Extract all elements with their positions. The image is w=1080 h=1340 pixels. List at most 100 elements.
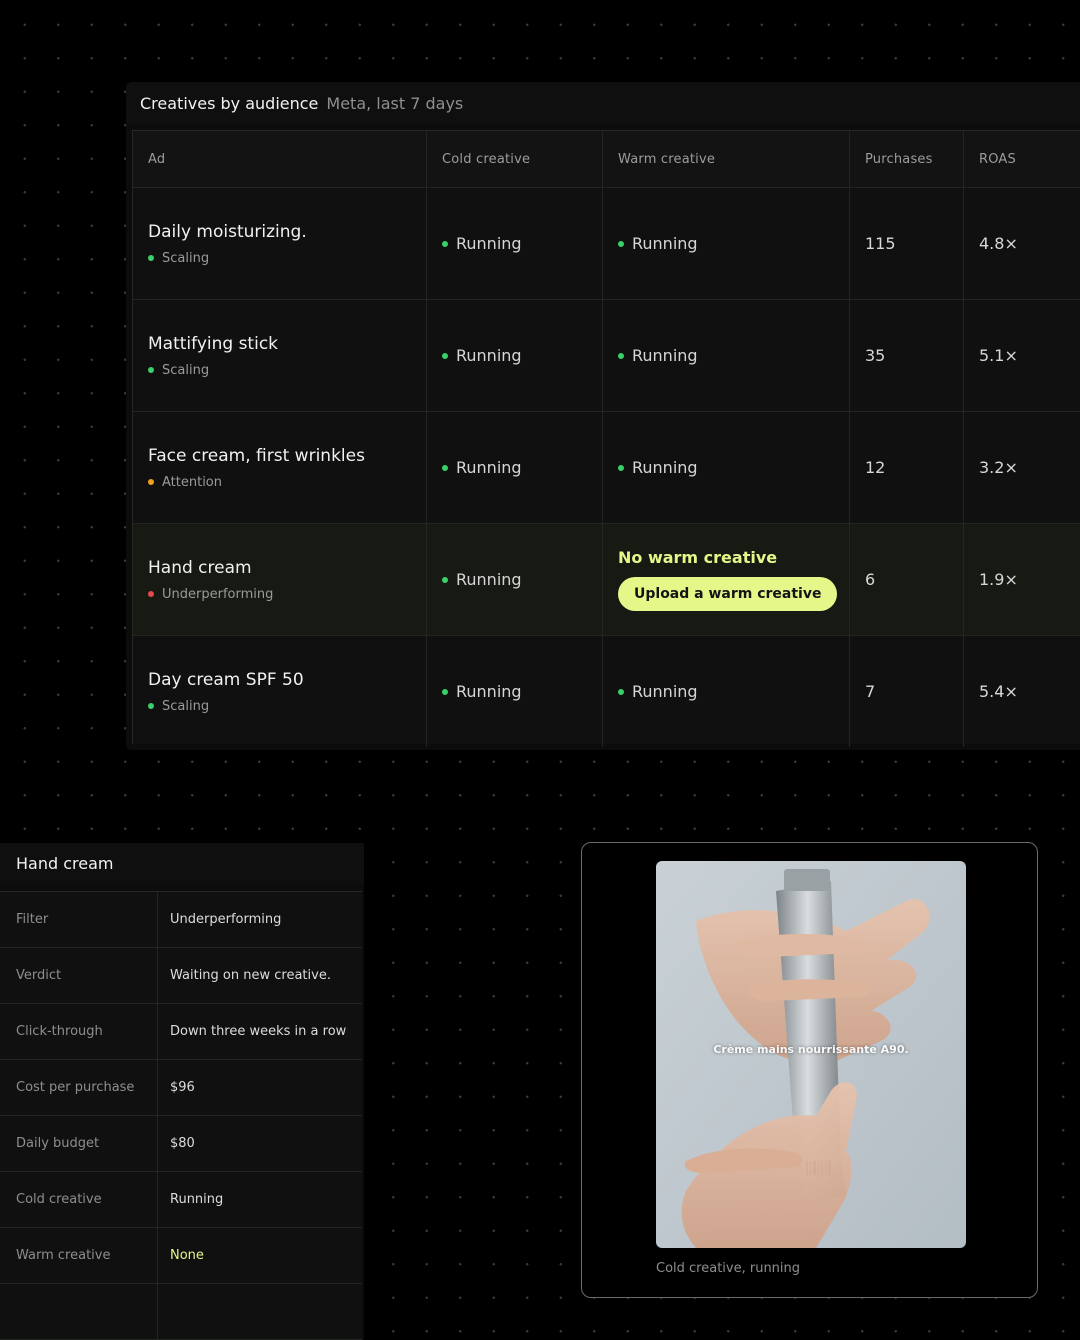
- roas-cell: 1.9×: [979, 570, 1018, 589]
- running-dot-icon: [442, 688, 448, 695]
- ad-status-label: Scaling: [162, 698, 210, 714]
- column-header-warm-creative[interactable]: Warm creative: [603, 131, 850, 187]
- cold-creative-cell: Running: [427, 188, 603, 299]
- detail-key: Verdict: [0, 948, 158, 1003]
- warm-creative-status: Running: [632, 458, 698, 477]
- detail-key-empty: [0, 1284, 158, 1339]
- cold-creative-cell: Running: [427, 524, 603, 635]
- table-row-highlighted[interactable]: Hand cream Underperforming Running No wa…: [133, 524, 1080, 636]
- warm-creative-status: Running: [632, 346, 698, 365]
- panel-title: Creatives by audience: [140, 93, 319, 113]
- status-dot-icon: [148, 367, 154, 373]
- detail-panel: Hand cream Filter Underperforming Verdic…: [0, 843, 364, 1340]
- column-header-cold-creative[interactable]: Cold creative: [427, 131, 603, 187]
- detail-row-cost-per-purchase: Cost per purchase $96: [0, 1060, 362, 1116]
- creative-preview-card[interactable]: Crème mains nourrissante A90. Cold creat…: [581, 842, 1038, 1298]
- column-header-roas[interactable]: ROAS: [964, 131, 1080, 187]
- cold-creative-cell: Running: [427, 636, 603, 747]
- detail-value: Waiting on new creative.: [170, 968, 331, 983]
- table-row[interactable]: Day cream SPF 50 Scaling Running Running…: [133, 636, 1080, 747]
- detail-value: None: [170, 1248, 204, 1263]
- ad-status: Underperforming: [148, 587, 426, 602]
- detail-value-empty: [158, 1284, 362, 1339]
- no-warm-creative-label: No warm creative: [618, 548, 778, 567]
- warm-creative-cell: Running: [603, 636, 850, 747]
- detail-row-warm-creative: Warm creative None: [0, 1228, 362, 1284]
- running-dot-icon: [618, 688, 624, 695]
- detail-key: Filter: [0, 892, 158, 947]
- ad-status-label: Attention: [162, 474, 222, 490]
- panel-subtitle: Meta, last 7 days: [326, 93, 464, 113]
- ad-cell: Face cream, first wrinkles Attention: [133, 412, 427, 523]
- table-row[interactable]: Face cream, first wrinkles Attention Run…: [133, 412, 1080, 524]
- detail-row-empty: [0, 1284, 362, 1340]
- creative-image[interactable]: Crème mains nourrissante A90.: [656, 861, 966, 1248]
- detail-value: $80: [170, 1136, 195, 1151]
- ad-status-label: Underperforming: [162, 586, 274, 602]
- warm-creative-cell: Running: [603, 300, 850, 411]
- creative-overlay-text: Crème mains nourrissante A90.: [713, 1043, 909, 1056]
- status-dot-icon: [148, 479, 154, 485]
- roas-cell: 5.1×: [979, 346, 1018, 365]
- ad-cell: Hand cream Underperforming: [133, 524, 427, 635]
- detail-row-click-through: Click-through Down three weeks in a row: [0, 1004, 362, 1060]
- upload-warm-creative-button[interactable]: Upload a warm creative: [618, 577, 838, 611]
- purchases-cell: 12: [850, 412, 964, 523]
- ad-name: Mattifying stick: [148, 333, 279, 354]
- roas-cell: 5.4×: [979, 682, 1018, 701]
- table-row[interactable]: Daily moisturizing. Scaling Running Runn…: [133, 188, 1080, 300]
- panel-header: Creatives by audience Meta, last 7 days: [126, 82, 1080, 124]
- ad-cell: Mattifying stick Scaling: [133, 300, 427, 411]
- creative-caption: Cold creative, running: [656, 1261, 801, 1276]
- column-header-purchases[interactable]: Purchases: [850, 131, 964, 187]
- running-dot-icon: [442, 352, 448, 359]
- detail-title: Hand cream: [0, 843, 364, 883]
- warm-creative-cell: Running: [603, 188, 850, 299]
- detail-key: Daily budget: [0, 1116, 158, 1171]
- ad-name: Day cream SPF 50: [148, 669, 304, 690]
- table-row[interactable]: Mattifying stick Scaling Running Running…: [133, 300, 1080, 412]
- warm-creative-status: Running: [632, 682, 698, 701]
- purchases-cell: 115: [850, 188, 964, 299]
- ad-name: Hand cream: [148, 557, 252, 578]
- warm-creative-status: Running: [632, 234, 698, 253]
- roas-cell: 3.2×: [979, 458, 1018, 477]
- roas-cell: 4.8×: [979, 234, 1018, 253]
- table-header-row: Ad Cold creative Warm creative Purchases…: [133, 131, 1080, 188]
- detail-key: Cold creative: [0, 1172, 158, 1227]
- cold-creative-status: Running: [456, 570, 522, 589]
- cold-creative-status: Running: [456, 458, 522, 477]
- purchases-cell: 35: [850, 300, 964, 411]
- detail-value: Underperforming: [170, 912, 282, 927]
- cold-creative-status: Running: [456, 346, 522, 365]
- detail-value: Running: [170, 1192, 224, 1207]
- ad-status-label: Scaling: [162, 250, 210, 266]
- cold-creative-cell: Running: [427, 412, 603, 523]
- cold-creative-cell: Running: [427, 300, 603, 411]
- detail-value: Down three weeks in a row: [170, 1024, 347, 1039]
- purchases-cell: 7: [850, 636, 964, 747]
- ad-status: Scaling: [148, 363, 426, 378]
- detail-key: Warm creative: [0, 1228, 158, 1283]
- column-header-ad[interactable]: Ad: [133, 131, 427, 187]
- ad-status: Scaling: [148, 699, 426, 714]
- detail-row-cold-creative: Cold creative Running: [0, 1172, 362, 1228]
- ad-cell: Day cream SPF 50 Scaling: [133, 636, 427, 747]
- warm-creative-cell: No warm creative Upload a warm creative: [603, 524, 850, 635]
- running-dot-icon: [618, 464, 624, 471]
- detail-value: $96: [170, 1080, 195, 1095]
- detail-row-verdict: Verdict Waiting on new creative.: [0, 948, 362, 1004]
- ad-name: Face cream, first wrinkles: [148, 445, 365, 466]
- status-dot-icon: [148, 255, 154, 261]
- ad-cell: Daily moisturizing. Scaling: [133, 188, 427, 299]
- running-dot-icon: [618, 352, 624, 359]
- detail-table: Filter Underperforming Verdict Waiting o…: [0, 891, 362, 1340]
- ad-status-label: Scaling: [162, 362, 210, 378]
- warm-creative-cell: Running: [603, 412, 850, 523]
- running-dot-icon: [442, 576, 448, 583]
- ad-name: Daily moisturizing.: [148, 221, 307, 242]
- cold-creative-status: Running: [456, 234, 522, 253]
- ad-status: Scaling: [148, 251, 426, 266]
- ad-status: Attention: [148, 475, 426, 490]
- running-dot-icon: [442, 240, 448, 247]
